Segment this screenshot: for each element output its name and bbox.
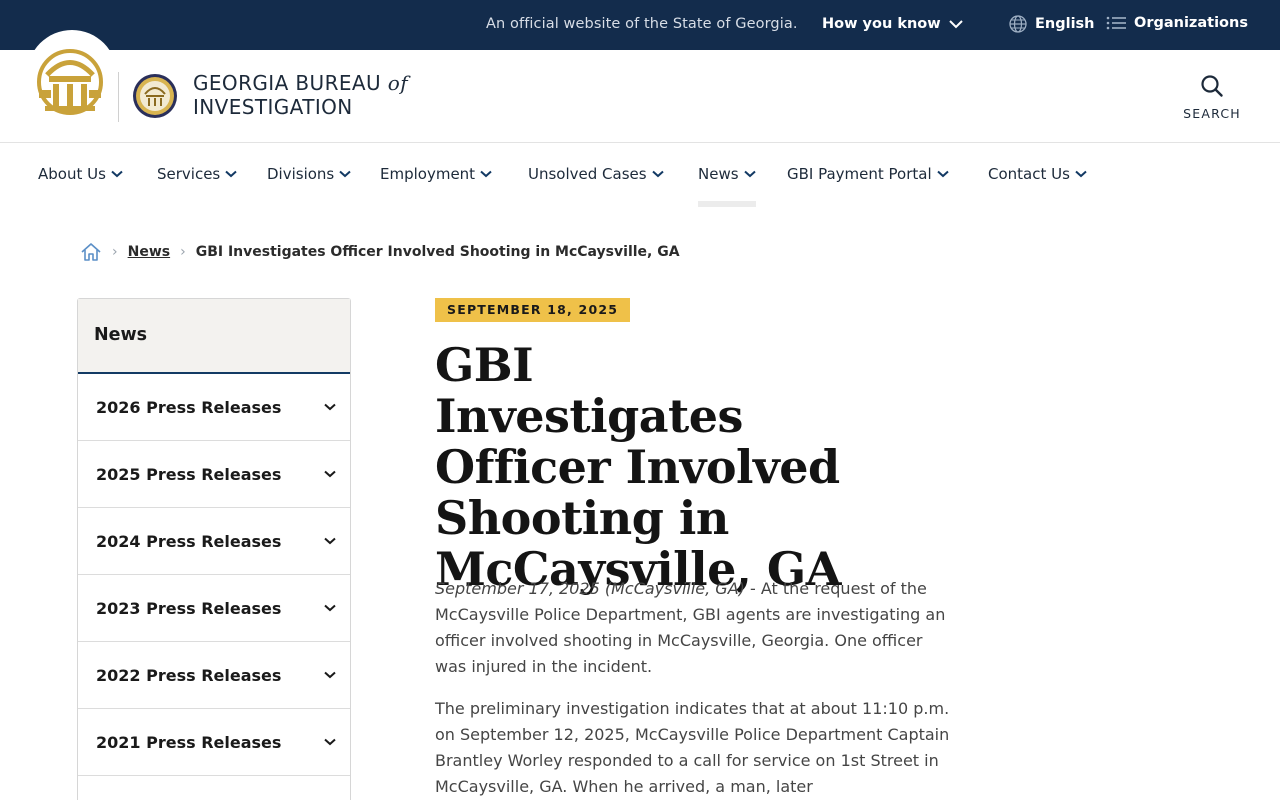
- breadcrumb-current: GBI Investigates Officer Involved Shooti…: [195, 244, 680, 260]
- nav-news[interactable]: News: [698, 165, 756, 207]
- how-you-know-label: How you know: [822, 16, 941, 32]
- chevron-down-icon: [948, 19, 963, 28]
- sidebar-item-2022[interactable]: 2022 Press Releases: [78, 642, 350, 709]
- chevron-right-icon: ›: [112, 244, 118, 260]
- sidebar-item-2024[interactable]: 2024 Press Releases: [78, 508, 350, 575]
- gbi-badge-logo[interactable]: [131, 70, 179, 122]
- official-site-text: An official website of the State of Geor…: [486, 16, 798, 32]
- sidebar-item-label: 2024 Press Releases: [96, 531, 282, 551]
- chevron-down-icon: [324, 537, 336, 545]
- language-selector[interactable]: English: [1009, 15, 1095, 33]
- breadcrumb-news-link[interactable]: News: [128, 244, 170, 260]
- brand-line-1: GEORGIA BUREAU: [193, 71, 382, 95]
- brand-line-2: INVESTIGATION: [193, 95, 353, 119]
- chevron-down-icon: [324, 738, 336, 746]
- chevron-down-icon: [1075, 170, 1087, 178]
- chevron-down-icon: [936, 170, 949, 178]
- chevron-down-icon: [111, 170, 123, 178]
- logo-divider: [118, 72, 119, 122]
- nav-about-us-label: About Us: [38, 165, 106, 183]
- globe-icon: [1009, 15, 1027, 33]
- sidebar-item-label: 2025 Press Releases: [96, 464, 282, 484]
- how-you-know-toggle[interactable]: How you know: [822, 16, 963, 32]
- site-header: GEORGIA BUREAU of INVESTIGATION SEARCH: [0, 30, 1280, 143]
- list-icon: [1106, 16, 1126, 30]
- nav-contact-us[interactable]: Contact Us: [988, 165, 1087, 183]
- nav-divisions[interactable]: Divisions: [267, 165, 351, 183]
- home-icon[interactable]: [80, 242, 102, 262]
- nav-contact-us-label: Contact Us: [988, 165, 1070, 183]
- chevron-down-icon: [324, 403, 336, 411]
- sidebar-item-label: 2023 Press Releases: [96, 598, 282, 618]
- nav-gbi-payment-portal-label: GBI Payment Portal: [787, 165, 932, 183]
- search-icon: [1201, 75, 1223, 97]
- nav-divisions-label: Divisions: [267, 165, 335, 183]
- date-badge: SEPTEMBER 18, 2025: [435, 298, 631, 322]
- search-label: SEARCH: [1183, 106, 1241, 121]
- gbi-seal-icon: [133, 74, 177, 118]
- organizations-menu[interactable]: Organizations: [1106, 15, 1248, 31]
- nav-unsolved-cases-label: Unsolved Cases: [528, 165, 647, 183]
- sidebar-item-label: 2026 Press Releases: [96, 397, 282, 417]
- sidebar-item-label: 2021 Press Releases: [96, 732, 282, 752]
- article-paragraph: September 17, 2025 (McCaysville, GA) - A…: [435, 576, 950, 680]
- chevron-down-icon: [324, 671, 336, 679]
- sidebar-item-2026[interactable]: 2026 Press Releases: [78, 374, 350, 441]
- nav-gbi-payment-portal[interactable]: GBI Payment Portal: [787, 165, 949, 183]
- nav-about-us[interactable]: About Us: [38, 165, 123, 183]
- chevron-right-icon: ›: [180, 244, 186, 260]
- chevron-down-icon: [480, 170, 492, 178]
- sidebar-item-2025[interactable]: 2025 Press Releases: [78, 441, 350, 508]
- sidebar-item-2021[interactable]: 2021 Press Releases: [78, 709, 350, 776]
- brand-of: of: [387, 71, 409, 95]
- official-banner: An official website of the State of Geor…: [0, 0, 1280, 50]
- search-button[interactable]: SEARCH: [1180, 74, 1244, 124]
- chevron-down-icon: [651, 170, 664, 178]
- chevron-down-icon: [339, 170, 351, 178]
- chevron-down-icon: [324, 604, 336, 612]
- nav-news-label: News: [698, 165, 739, 183]
- sidebar-item-label: 2022 Press Releases: [96, 665, 282, 685]
- georgia-arch-seal-icon: [37, 49, 103, 115]
- nav-services-label: Services: [157, 165, 221, 183]
- sidebar-heading[interactable]: News: [78, 299, 350, 374]
- article-title: GBI Investigates Officer Involved Shooti…: [435, 338, 841, 596]
- chevron-down-icon: [743, 170, 756, 178]
- article-body: September 17, 2025 (McCaysville, GA) - A…: [435, 576, 950, 800]
- chevron-down-icon: [324, 470, 336, 478]
- nav-employment-label: Employment: [380, 165, 476, 183]
- nav-services[interactable]: Services: [157, 165, 237, 183]
- breadcrumb: › News › GBI Investigates Officer Involv…: [80, 242, 680, 262]
- nav-unsolved-cases[interactable]: Unsolved Cases: [528, 165, 664, 183]
- georgia-seal-logo[interactable]: [27, 30, 117, 130]
- article-dateline: September 17, 2025 (McCaysville, GA): [435, 579, 745, 598]
- site-brand-name[interactable]: GEORGIA BUREAU of INVESTIGATION: [193, 71, 408, 119]
- main-nav: About Us Services Divisions Employment U…: [0, 143, 1280, 207]
- article-paragraph: The preliminary investigation indicates …: [435, 699, 950, 796]
- organizations-label: Organizations: [1134, 15, 1248, 31]
- sidebar-item-2023[interactable]: 2023 Press Releases: [78, 575, 350, 642]
- language-label: English: [1035, 16, 1095, 32]
- chevron-down-icon: [225, 170, 237, 178]
- nav-employment[interactable]: Employment: [380, 165, 492, 183]
- news-sidebar: News 2026 Press Releases 2025 Press Rele…: [77, 298, 351, 800]
